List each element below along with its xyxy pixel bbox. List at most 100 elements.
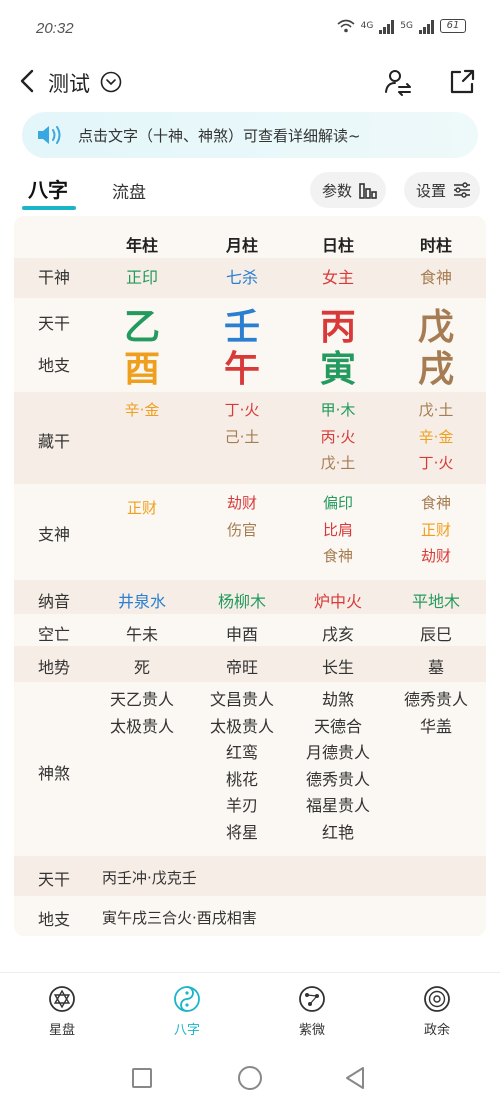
back-arrow-icon[interactable] <box>14 66 44 96</box>
label-interaction-dizhi: 地支 <box>38 910 71 929</box>
zhishen-day: 偏印 比肩 食神 <box>290 490 386 570</box>
shensha-item[interactable]: 桃花 <box>194 767 290 794</box>
tab-active-indicator <box>22 206 76 210</box>
zhishen-item[interactable]: 比肩 <box>290 517 386 544</box>
shensha-item[interactable]: 红艳 <box>290 820 386 847</box>
nav-item-ziwei[interactable]: 紫微 <box>262 985 362 1038</box>
nav-label: 八字 <box>173 1023 200 1038</box>
bazi-table: 年柱 月柱 日柱 时柱 干神 正印 七杀 女主 食神 天干 乙 壬 丙 戊 地支… <box>14 216 486 936</box>
dizhi-day[interactable]: 寅 <box>290 340 386 392</box>
zhishen-month: 劫财 伤官 <box>194 490 290 543</box>
canggan-item: 丙·火 <box>320 427 356 446</box>
home-icon[interactable] <box>238 1066 262 1090</box>
zhishen-item[interactable]: 劫财 <box>194 490 290 517</box>
back-triangle-icon[interactable] <box>342 1065 368 1091</box>
shensha-item[interactable]: 德秀贵人 <box>388 687 484 714</box>
canggan-item: 戊·土 <box>320 454 356 472</box>
zhishen-item[interactable]: 正财 <box>94 495 190 522</box>
shensha-item[interactable]: 天德合 <box>290 714 386 741</box>
tab-bazi[interactable]: 八字 <box>28 174 68 203</box>
label-shensha[interactable]: 神煞 <box>38 760 70 784</box>
switch-user-icon[interactable] <box>382 66 414 98</box>
nayin-hour: 平地木 <box>411 592 460 611</box>
shensha-item[interactable]: 文昌贵人 <box>194 687 290 714</box>
shensha-item[interactable]: 红鸾 <box>194 740 290 767</box>
dizhi-hour[interactable]: 戌 <box>388 340 484 392</box>
interaction-dizhi-text[interactable]: 寅午戌三合火·酉戌相害 <box>102 907 257 928</box>
nayin-day: 炉中火 <box>313 592 362 611</box>
tip-text: 点击文字（十神、神煞）可查看详细解读~ <box>78 127 361 145</box>
canggan-day: 甲·木 丙·火 戊·土 <box>290 397 386 477</box>
shensha-item[interactable]: 月德贵人 <box>290 740 386 767</box>
label-canggan: 藏干 <box>38 432 71 451</box>
nav-label: 星盘 <box>48 1023 75 1038</box>
kongwang-day: 戌亥 <box>321 625 354 644</box>
label-shishen[interactable]: 干神 <box>38 264 70 288</box>
zhishen-item[interactable]: 伤官 <box>194 517 290 544</box>
zhishen-item[interactable]: 正财 <box>388 517 484 544</box>
shensha-year: 天乙贵人 太极贵人 <box>94 687 190 740</box>
zhengyu-icon <box>424 986 450 1012</box>
params-label: 参数 <box>322 181 353 200</box>
shensha-item[interactable]: 华盖 <box>388 714 484 741</box>
nav-item-xingpan[interactable]: 星盘 <box>12 985 112 1038</box>
col-header-month: 月柱 <box>225 236 258 255</box>
shensha-item[interactable]: 天乙贵人 <box>94 687 190 714</box>
col-header-hour: 时柱 <box>419 236 452 255</box>
params-button[interactable]: 参数 <box>310 172 386 208</box>
dizhi-year[interactable]: 酉 <box>94 340 190 392</box>
system-nav-bar <box>0 1048 500 1106</box>
app-header: 测试 <box>0 58 500 108</box>
wifi-icon <box>337 19 355 33</box>
canggan-item: 丁·火 <box>224 401 260 419</box>
zhishen-item[interactable]: 食神 <box>388 490 484 517</box>
nav-item-zhengyu[interactable]: 政余 <box>387 985 487 1038</box>
share-icon[interactable] <box>446 66 478 98</box>
tab-liupan[interactable]: 流盘 <box>112 178 146 203</box>
shensha-item[interactable]: 羊刃 <box>194 793 290 820</box>
settings-label: 设置 <box>416 181 447 200</box>
tip-banner[interactable]: 点击文字（十神、神煞）可查看详细解读~ <box>22 112 478 158</box>
kongwang-month: 申酉 <box>225 625 258 644</box>
canggan-hour: 戊·土 辛·金 丁·火 <box>388 397 484 477</box>
shishen-day[interactable]: 女主 <box>290 264 386 288</box>
network-type-2: 5G <box>400 21 413 31</box>
settings-button[interactable]: 设置 <box>404 172 480 208</box>
page-title[interactable]: 测试 <box>48 68 90 98</box>
interaction-tiangan-text[interactable]: 丙壬冲·戊克壬 <box>102 867 197 888</box>
zhishen-hour: 食神 正财 劫财 <box>388 490 484 570</box>
col-header-day: 日柱 <box>321 236 354 255</box>
shishen-year[interactable]: 正印 <box>94 264 190 288</box>
shensha-item[interactable]: 将星 <box>194 820 290 847</box>
shensha-item[interactable]: 德秀贵人 <box>290 767 386 794</box>
label-nayin: 纳音 <box>38 592 71 611</box>
shensha-item[interactable]: 太极贵人 <box>194 714 290 741</box>
dizhi-month[interactable]: 午 <box>194 340 290 392</box>
speaker-icon <box>38 126 61 144</box>
canggan-item: 丁·火 <box>418 454 454 472</box>
label-zhishen[interactable]: 支神 <box>38 521 70 545</box>
canggan-item: 辛·金 <box>418 427 454 446</box>
nav-label: 政余 <box>423 1023 450 1038</box>
kongwang-year: 午未 <box>125 625 158 644</box>
zhishen-item[interactable]: 劫财 <box>388 543 484 570</box>
shensha-item[interactable]: 福星贵人 <box>290 793 386 820</box>
bar-chart-icon <box>359 183 377 199</box>
recent-apps-icon[interactable] <box>132 1068 152 1088</box>
chevron-down-icon[interactable] <box>100 71 122 93</box>
zhishen-item[interactable]: 偏印 <box>290 490 386 517</box>
shishen-month[interactable]: 七杀 <box>194 264 290 288</box>
ziwei-icon <box>299 986 325 1012</box>
shensha-item[interactable]: 太极贵人 <box>94 714 190 741</box>
dishi-year: 死 <box>133 658 150 677</box>
nav-item-bazi[interactable]: 八字 <box>137 985 237 1038</box>
star-chart-icon <box>49 986 75 1012</box>
shishen-hour[interactable]: 食神 <box>388 264 484 288</box>
shensha-month: 文昌贵人 太极贵人 红鸾 桃花 羊刃 将星 <box>194 687 290 846</box>
tab-bar: 八字 流盘 参数 设置 <box>0 168 500 214</box>
canggan-item: 甲·木 <box>320 401 356 419</box>
shensha-item[interactable]: 劫煞 <box>290 687 386 714</box>
label-kongwang: 空亡 <box>38 625 71 644</box>
bottom-nav: 星盘 八字 紫微 政余 <box>0 972 500 1048</box>
zhishen-item[interactable]: 食神 <box>290 543 386 570</box>
